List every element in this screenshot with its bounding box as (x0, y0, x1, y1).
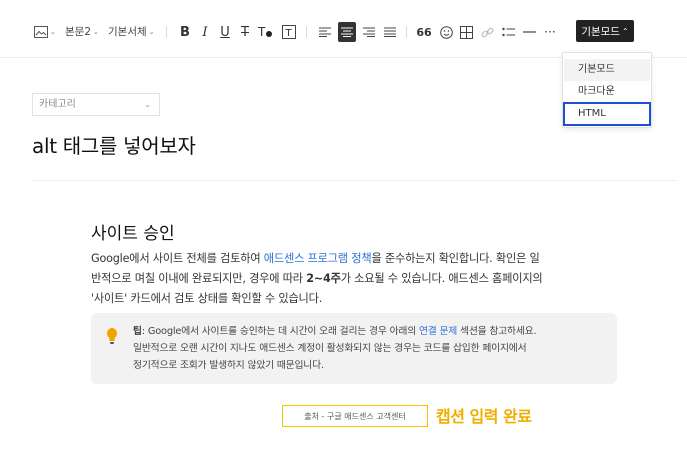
link-icon[interactable] (478, 22, 496, 42)
menu-item-html[interactable]: HTML (563, 102, 651, 126)
toolbar-divider (166, 26, 167, 38)
menu-item-markdown[interactable]: 마크다운 (564, 81, 650, 103)
text-background-icon[interactable]: T (280, 22, 298, 42)
chevron-down-icon: ⌄ (93, 28, 99, 36)
insert-image-button[interactable]: ⌄ (34, 23, 56, 41)
strikethrough-icon[interactable]: T (236, 22, 254, 42)
category-placeholder: 카테고리 (39, 99, 76, 110)
tip-line: 팁: Google에서 사이트를 승인하는 데 시간이 오래 걸리는 경우 아래… (133, 326, 537, 337)
font-family-select[interactable]: 기본서체 ⌄ (108, 23, 155, 41)
text-color-icon[interactable]: T (256, 22, 274, 42)
horizontal-rule-icon[interactable] (520, 22, 538, 42)
title-divider (32, 180, 677, 181)
bullet-list-icon[interactable] (499, 22, 517, 42)
quote-icon[interactable]: 66 (415, 22, 433, 42)
tip-line: 정기적으로 조회가 발생하지 않았기 때문입니다. (133, 360, 324, 371)
editor-mode-menu: 기본모드 마크다운 HTML (562, 52, 652, 128)
paragraph-line: '사이트' 카드에서 검토 상태를 확인할 수 있습니다. (91, 292, 323, 305)
tip-text: 팁: Google에서 사이트를 승인하는 데 시간이 오래 걸리는 경우 아래… (133, 323, 603, 374)
lightbulb-icon (105, 327, 119, 347)
chevron-up-icon: ⌃ (621, 26, 629, 36)
paragraph-line: 반적으로 며칠 이내에 완료되지만, 경우에 따라 2~4주가 소요될 수 있습… (91, 272, 543, 285)
menu-item-basic-mode[interactable]: 기본모드 (564, 59, 650, 81)
align-center-icon[interactable] (338, 22, 356, 42)
align-right-icon[interactable] (360, 22, 378, 42)
editor-toolbar: ⌄ 본문2 ⌄ 기본서체 ⌄ B I U T T T 66 ··· 기본모드 ⌃ (0, 0, 687, 58)
editor-mode-label: 기본모드 (581, 25, 620, 38)
align-left-icon[interactable] (316, 22, 334, 42)
chevron-down-icon: ⌄ (148, 28, 155, 36)
chevron-down-icon: ⌄ (144, 100, 151, 109)
align-justify-icon[interactable] (381, 22, 399, 42)
caption-text: 출처 - 구글 애드센스 고객센터 (304, 411, 406, 421)
connection-issue-link[interactable]: 연결 문제 (419, 326, 457, 337)
svg-text:T: T (257, 25, 266, 39)
section-heading: 사이트 승인 (91, 224, 175, 244)
bold-icon[interactable]: B (176, 22, 194, 42)
editor-mode-button[interactable]: 기본모드 ⌃ (576, 20, 634, 42)
policy-link[interactable]: 애드센스 프로그램 정책 (264, 252, 372, 265)
toolbar-divider (406, 26, 407, 38)
italic-icon[interactable]: I (196, 22, 214, 42)
category-select[interactable]: 카테고리 ⌄ (32, 93, 160, 116)
svg-text:T: T (285, 28, 293, 39)
paragraph-style-label: 본문2 (65, 26, 92, 38)
body-paragraph: Google에서 사이트 전체를 검토하여 애드센스 프로그램 정책을 준수하는… (91, 249, 619, 309)
toolbar-divider (306, 26, 307, 38)
image-caption-input[interactable]: 출처 - 구글 애드센스 고객센터 (282, 405, 428, 427)
tip-line: 일반적으로 오랜 시간이 지나도 애드센스 계정이 활성화되지 않는 경우는 코… (133, 343, 527, 354)
paragraph-style-select[interactable]: 본문2 ⌄ (65, 23, 99, 41)
underline-icon[interactable]: U (216, 22, 234, 42)
more-options-icon[interactable]: ··· (541, 22, 559, 42)
paragraph-line: Google에서 사이트 전체를 검토하여 애드센스 프로그램 정책을 준수하는… (91, 252, 540, 265)
post-title-input[interactable]: alt 태그를 넣어보자 (32, 130, 196, 159)
image-icon (34, 26, 48, 38)
table-icon[interactable] (457, 22, 475, 42)
font-family-label: 기본서체 (108, 26, 147, 38)
tip-callout: 팁: Google에서 사이트를 승인하는 데 시간이 오래 걸리는 경우 아래… (91, 313, 617, 384)
chevron-down-icon: ⌄ (50, 28, 56, 36)
emoji-icon[interactable] (437, 22, 455, 42)
caption-annotation: 캡션 입력 완료 (436, 407, 532, 426)
